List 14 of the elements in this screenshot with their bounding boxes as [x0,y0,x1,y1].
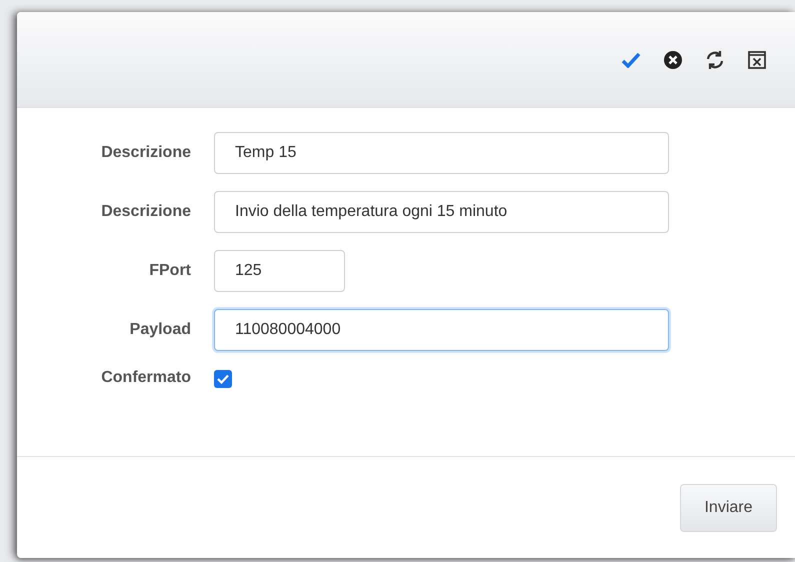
field-label: Descrizione [100,203,191,221]
field-label: Payload [128,321,191,339]
text-field[interactable]: Temp 15 [214,132,669,174]
text-field[interactable]: 110080004000 [214,309,669,351]
close-window-icon[interactable] [747,50,767,70]
text-field[interactable]: 125 [214,250,345,292]
checkbox[interactable] [214,370,232,388]
field-label: Descrizione [100,144,191,162]
field-label: Confermato [100,369,191,387]
refresh-icon[interactable] [705,50,725,70]
send-button[interactable]: Inviare [680,484,777,532]
text-field[interactable]: Invio della temperatura ogni 15 minuto [214,191,669,233]
field-label: FPort [148,262,191,280]
cancel-icon[interactable] [663,50,683,70]
